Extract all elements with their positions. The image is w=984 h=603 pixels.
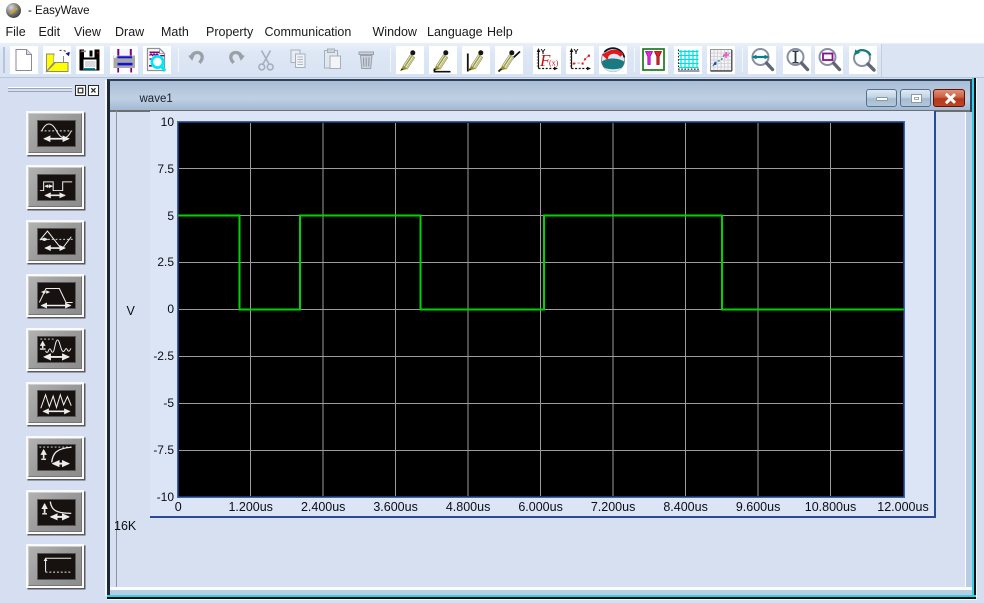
svg-text:(x): (x): [549, 59, 559, 68]
svg-text:Y: Y: [574, 47, 579, 56]
